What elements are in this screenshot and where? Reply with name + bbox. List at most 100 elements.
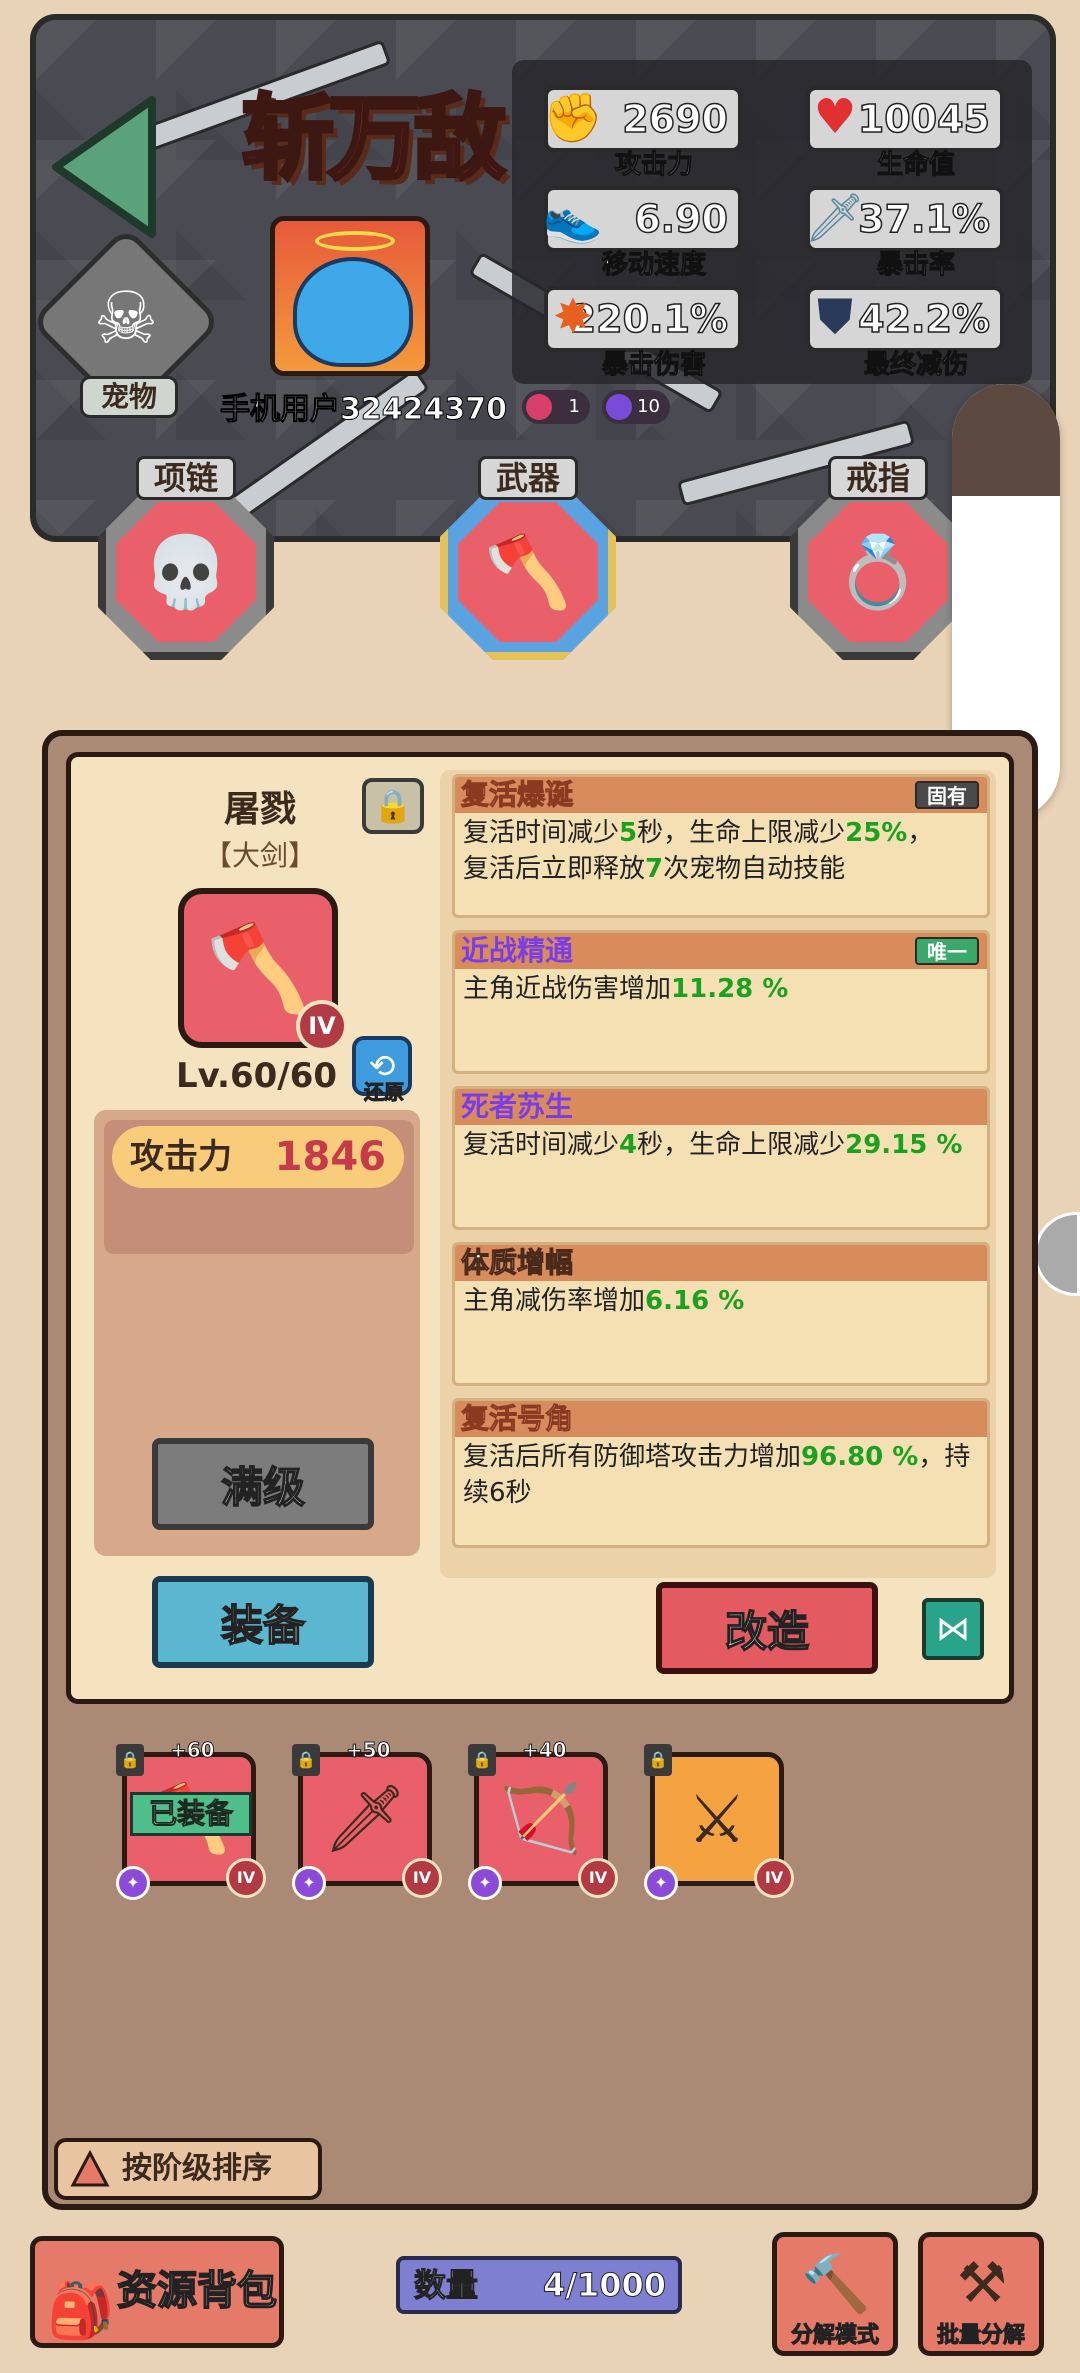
halo-icon bbox=[315, 231, 395, 251]
attack-pill: 攻击力 1846 bbox=[112, 1126, 404, 1188]
slot-label: 戒指 bbox=[828, 456, 928, 500]
desc-value: 6.16 % bbox=[645, 1286, 745, 1316]
count-label: 数量 bbox=[413, 2266, 479, 2305]
rune-icon: ✦ bbox=[116, 1866, 150, 1900]
restore-label: 还原 bbox=[364, 1080, 405, 1105]
axe-icon: 🪓 bbox=[458, 502, 598, 642]
stat-label: 最终减伤 bbox=[863, 350, 968, 381]
lock-icon[interactable]: 🔒 bbox=[362, 778, 424, 834]
desc-text: 主角近战伤害增加 bbox=[463, 974, 672, 1004]
edge-handle[interactable] bbox=[1034, 1212, 1080, 1296]
stat-attack: 2690 ✊ 攻击力 bbox=[543, 86, 742, 181]
shoe-icon: 👟 bbox=[543, 189, 603, 246]
ring-icon: 💍 bbox=[808, 502, 948, 642]
slot-weapon[interactable]: 🪓 武器 bbox=[434, 456, 622, 674]
back-arrow-icon bbox=[52, 96, 156, 238]
desc-value: 7 bbox=[645, 854, 664, 884]
batch-decompose-button[interactable]: ⚒ 批量分解 bbox=[918, 2232, 1044, 2356]
dagger-icon: 🗡 bbox=[804, 189, 866, 246]
mode-label: 批量分解 bbox=[936, 2323, 1025, 2349]
skill-name: 复活号角 bbox=[460, 1402, 574, 1436]
pet-label: 宠物 bbox=[80, 376, 178, 418]
decompose-mode-button[interactable]: 🔨 分解模式 bbox=[772, 2232, 898, 2356]
desc-value: 25% bbox=[845, 818, 908, 848]
tier-badge: IV bbox=[754, 1858, 794, 1898]
skill-name: 死者苏生 bbox=[461, 1090, 574, 1123]
skill-desc: 复活时间减少4秒，生命上限减少29.15 % bbox=[463, 1127, 985, 1163]
tier-badge: IV bbox=[402, 1858, 442, 1898]
sort-label: 按阶级排序 bbox=[122, 2151, 272, 2186]
equip-button[interactable]: 装备 bbox=[152, 1576, 374, 1668]
skill-name: 体质增幅 bbox=[460, 1246, 574, 1280]
count-bar: 数量 4/1000 bbox=[396, 2256, 682, 2314]
desc-text: 复活后所有防御塔攻击力增加 bbox=[463, 1442, 802, 1472]
chip-value: 1 bbox=[568, 396, 580, 417]
skill-desc: 复活后所有防御塔攻击力增加96.80 %，持续6秒 bbox=[463, 1439, 985, 1511]
skill-item: 复活爆诞 固有 复活时间减少5秒，生命上限减少25%， 复活后立即释放7次宠物自… bbox=[452, 774, 990, 918]
sort-by-tier-button[interactable]: 按阶级排序 bbox=[54, 2138, 322, 2200]
desc-text: 次宠物自动技能 bbox=[663, 854, 846, 884]
desc-value: 5 bbox=[619, 818, 638, 848]
shield-icon: ⛊ bbox=[816, 288, 853, 345]
attack-value: 1846 bbox=[274, 1134, 386, 1180]
desc-text: 复活后立即释放 bbox=[463, 854, 646, 884]
enhance-level: +40 bbox=[522, 1738, 568, 1763]
enhance-level: +50 bbox=[346, 1738, 392, 1763]
skill-header: 复活爆诞 固有 bbox=[455, 777, 987, 813]
inventory-item[interactable]: 🗡 🔒 +50 ✦ IV bbox=[292, 1738, 442, 1900]
slot-label: 武器 bbox=[478, 456, 578, 500]
reforge-button[interactable]: 改造 bbox=[656, 1582, 878, 1674]
enhance-level: +60 bbox=[170, 1738, 216, 1763]
chip-value: 10 bbox=[637, 396, 660, 417]
slot-ring[interactable]: 💍 戒指 bbox=[784, 456, 972, 674]
tier-badge: IV bbox=[226, 1858, 266, 1898]
skill-header: 体质增幅 bbox=[455, 1245, 987, 1281]
stat-label: 移动速度 bbox=[601, 250, 706, 281]
hammer-icon: 🔨 bbox=[801, 2252, 871, 2317]
stat-hp: 10045 ♥ 生命值 bbox=[806, 86, 1004, 181]
fire-icon bbox=[526, 394, 552, 420]
desc-text: ， bbox=[907, 818, 934, 848]
skill-header: 复活号角 bbox=[455, 1401, 987, 1437]
skill-item: 体质增幅 主角减伤率增加6.16 % bbox=[452, 1242, 990, 1386]
heart-icon: ♥ bbox=[813, 89, 857, 145]
triangle-icon bbox=[70, 2150, 110, 2187]
bag-label: 资源背包 bbox=[116, 2267, 278, 2315]
stat-label: 暴击伤害 bbox=[601, 350, 706, 381]
skill-name: 复活爆诞 bbox=[460, 778, 574, 812]
rune-icon: ✦ bbox=[644, 1866, 678, 1900]
inventory-item[interactable]: ⚔ 🔒 ✦ IV bbox=[644, 1744, 794, 1900]
inventory-item[interactable]: 🏹 🔒 +40 ✦ IV bbox=[468, 1738, 618, 1900]
skill-item: 近战精通 唯一 主角近战伤害增加11.28 % bbox=[452, 930, 990, 1074]
lock-icon: 🔒 bbox=[468, 1744, 496, 1776]
max-level-button[interactable]: 满级 bbox=[152, 1438, 374, 1530]
desc-text: 复活时间减少 bbox=[463, 818, 620, 848]
stat-final-damage-reduction: 42.2% ⛊ 最终减伤 bbox=[806, 286, 1004, 381]
skill-tag: 固有 bbox=[915, 781, 979, 809]
skill-tag: 唯一 bbox=[915, 937, 979, 965]
game-logo: 斩万敌 bbox=[206, 60, 536, 200]
desc-value: 29.15 % bbox=[845, 1130, 963, 1160]
slime-avatar-icon bbox=[293, 257, 413, 367]
lock-icon: 🔒 bbox=[116, 1744, 144, 1776]
rune-chip: 10 bbox=[602, 390, 670, 424]
share-icon[interactable]: ⋈ bbox=[922, 1598, 984, 1660]
back-button[interactable] bbox=[48, 92, 160, 242]
inventory-item[interactable]: 🪓 🔒 +60 已装备 ✦ IV bbox=[116, 1738, 266, 1900]
rune-icon bbox=[606, 394, 632, 420]
stat-crit-damage: 220.1% ✸ 暴击伤害 bbox=[544, 286, 742, 381]
skill-header: 死者苏生 bbox=[455, 1089, 987, 1125]
item-name: 屠戮 bbox=[223, 789, 296, 830]
widget-top bbox=[952, 384, 1060, 496]
count-value: 4/1000 bbox=[542, 2266, 666, 2305]
desc-text: 主角减伤率增加 bbox=[463, 1286, 646, 1316]
avatar[interactable] bbox=[270, 216, 430, 376]
equipped-tag: 已装备 bbox=[130, 1792, 252, 1836]
explosion-icon: ✸ bbox=[552, 289, 594, 345]
resource-bag-button[interactable]: 🎒 资源背包 bbox=[30, 2236, 284, 2348]
lock-icon: 🔒 bbox=[644, 1744, 672, 1776]
logo-text: 斩万敌 bbox=[240, 82, 508, 194]
stat-label: 攻击力 bbox=[614, 150, 693, 181]
slot-necklace[interactable]: 💀 项链 bbox=[92, 456, 280, 674]
stat-move-speed: 6.90 👟 移动速度 bbox=[543, 186, 742, 281]
